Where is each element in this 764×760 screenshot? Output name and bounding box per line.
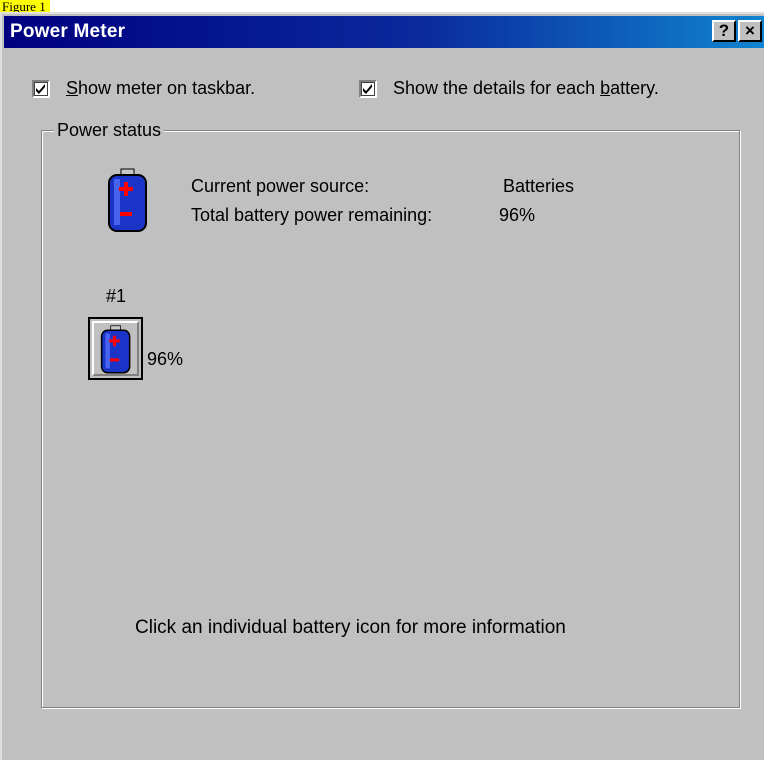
close-button[interactable]: × <box>738 20 762 42</box>
battery-1-button-face <box>92 321 139 376</box>
battery-icon <box>100 325 131 374</box>
show-battery-details-label: Show the details for each battery. <box>393 78 659 98</box>
show-meter-label: Show meter on taskbar. <box>66 78 256 98</box>
battery-1-percent: 96% <box>147 349 184 369</box>
title-bar[interactable]: Power Meter ? × <box>4 16 764 48</box>
help-button[interactable]: ? <box>712 20 736 42</box>
show-meter-checkbox-box[interactable] <box>32 79 50 98</box>
battery-1-button[interactable] <box>88 317 143 380</box>
battery-1-number: #1 <box>106 286 127 306</box>
current-power-source-value: Batteries <box>503 176 575 196</box>
power-status-legend: Power status <box>54 120 165 141</box>
current-power-source-label: Current power source: <box>191 176 370 196</box>
total-remaining-label: Total battery power remaining: <box>191 205 433 225</box>
show-battery-details-checkbox-box[interactable] <box>359 79 377 98</box>
checkmark-icon <box>36 83 45 94</box>
battery-info-hint: Click an individual battery icon for mor… <box>135 617 566 638</box>
battery-icon <box>108 168 147 232</box>
total-remaining-value: 96% <box>499 205 536 225</box>
checkmark-icon <box>363 83 372 94</box>
window-title: Power Meter <box>10 21 126 42</box>
show-battery-details-checkbox[interactable]: Show the details for each battery. <box>359 78 659 99</box>
show-meter-checkbox[interactable]: Show meter on taskbar. <box>32 78 255 99</box>
